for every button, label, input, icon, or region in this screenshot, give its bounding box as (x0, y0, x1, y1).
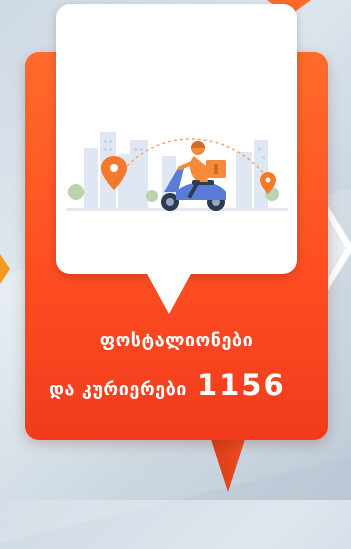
card-title-text: და კურიერები (49, 379, 187, 400)
courier-scooter-illustration (66, 132, 288, 211)
illustration-card-pointer (145, 270, 193, 314)
courier-count: 1156 (196, 368, 286, 402)
right-arrow-inner (326, 214, 346, 282)
card-title-line2: და კურიერები 1156 (25, 368, 328, 402)
card-title-line1: ფოსტალიონები (99, 330, 254, 351)
left-arrow-icon[interactable] (0, 245, 10, 293)
